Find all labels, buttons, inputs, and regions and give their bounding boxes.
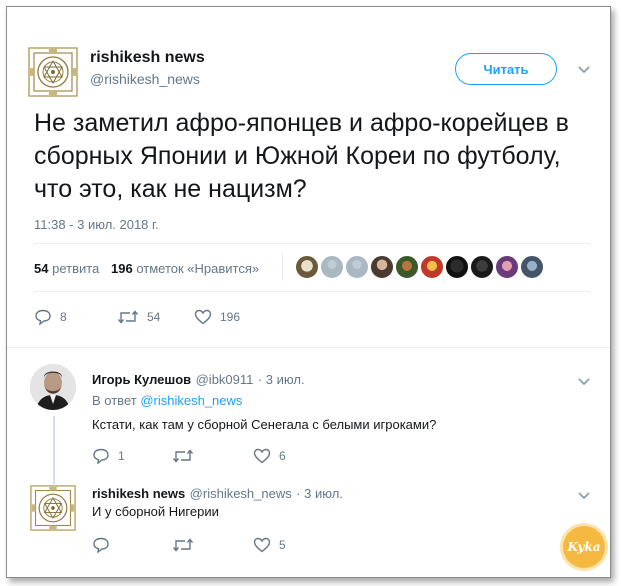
- reply-icon: [93, 448, 109, 464]
- reply-to-handle[interactable]: @rishikesh_news: [140, 393, 242, 408]
- like-icon: [194, 309, 212, 325]
- reply-icon: [93, 537, 109, 553]
- retweet-icon: [172, 538, 194, 552]
- like-count: 196: [111, 261, 133, 276]
- author-avatar[interactable]: [28, 47, 78, 97]
- tweet-text: Не заметил афро-японцев и афро-корейцев …: [34, 109, 569, 203]
- liker-avatar[interactable]: [495, 255, 519, 279]
- liker-avatar[interactable]: [345, 255, 369, 279]
- reply-author-name[interactable]: Игорь Кулешов: [92, 372, 191, 387]
- liker-avatar[interactable]: [420, 255, 444, 279]
- reply-action[interactable]: [92, 537, 118, 553]
- author-name[interactable]: rishikesh news: [90, 49, 205, 67]
- reply-text: И у сборной Нигерии: [92, 504, 219, 519]
- divider-stats: [34, 291, 590, 292]
- reply-count: 8: [60, 310, 67, 324]
- thread-line: [53, 416, 55, 484]
- retweet-label: ретвита: [52, 261, 100, 276]
- like-label: отметок «Нравится»: [136, 261, 260, 276]
- like-icon: [253, 537, 271, 553]
- reply-header: Игорь Кулешов @ibk0911 · 3 июл.: [92, 371, 305, 389]
- liker-avatar[interactable]: [370, 255, 394, 279]
- reply-action[interactable]: 1: [92, 448, 125, 464]
- retweet-action[interactable]: [172, 448, 202, 464]
- follow-button[interactable]: Читать: [455, 53, 557, 85]
- reply-author-avatar[interactable]: [30, 364, 76, 410]
- reply-author-handle[interactable]: @ibk0911: [196, 372, 254, 387]
- divider-replies: [7, 347, 610, 348]
- mandala-avatar-icon: [30, 485, 76, 531]
- retweet-icon: [117, 310, 139, 324]
- retweet-icon: [172, 449, 194, 463]
- watermark-text: Kyka: [567, 540, 601, 554]
- divider-top: [34, 243, 590, 244]
- liker-avatar[interactable]: [320, 255, 344, 279]
- reply-to-line: В ответ @rishikesh_news: [92, 393, 242, 408]
- watermark-logo: Kyka: [563, 526, 605, 568]
- liker-avatar[interactable]: [445, 255, 469, 279]
- like-icon: [253, 448, 271, 464]
- tweet-timestamp[interactable]: 11:38 - 3 июл. 2018 г.: [34, 217, 159, 232]
- retweet-action[interactable]: 54: [117, 309, 160, 325]
- chevron-down-icon[interactable]: [577, 65, 591, 75]
- liker-avatar[interactable]: [470, 255, 494, 279]
- chevron-down-icon[interactable]: [577, 491, 591, 501]
- reply-author-name[interactable]: rishikesh news: [92, 486, 185, 501]
- liker-avatar[interactable]: [520, 255, 544, 279]
- like-action-count: 5: [279, 538, 286, 552]
- tweet-screenshot-frame: rishikesh news @rishikesh_news Читать Не…: [6, 6, 611, 578]
- reply-author-handle[interactable]: @rishikesh_news: [190, 486, 292, 501]
- like-action-count: 6: [279, 449, 286, 463]
- reply-text: Кстати, как там у сборной Сенегала с бел…: [92, 417, 437, 432]
- like-action-count: 196: [220, 310, 241, 324]
- reply-date[interactable]: · 3 июл.: [258, 372, 305, 387]
- reply-author-avatar[interactable]: [30, 485, 76, 531]
- reply-icon: [35, 309, 51, 325]
- chevron-down-icon[interactable]: [577, 377, 591, 387]
- retweet-count: 54: [34, 261, 49, 276]
- reply-count: 1: [118, 449, 125, 463]
- person-photo-icon: [30, 364, 76, 410]
- retweet-action[interactable]: [172, 537, 202, 553]
- reply-action[interactable]: 8: [34, 309, 67, 325]
- like-stats[interactable]: 196 отметок «Нравится»: [111, 261, 259, 276]
- reply-to-prefix: В ответ: [92, 393, 137, 408]
- retweet-action-count: 54: [147, 310, 161, 324]
- stats-separator: [282, 253, 283, 281]
- like-action[interactable]: 196: [194, 309, 240, 325]
- liker-avatar[interactable]: [295, 255, 319, 279]
- mandala-avatar-icon: [28, 47, 78, 97]
- liker-avatar[interactable]: [395, 255, 419, 279]
- like-action[interactable]: 5: [253, 537, 286, 553]
- reply-date[interactable]: · 3 июл.: [296, 486, 343, 501]
- retweet-stats[interactable]: 54 ретвита: [34, 261, 99, 276]
- like-action[interactable]: 6: [253, 448, 286, 464]
- author-handle[interactable]: @rishikesh_news: [90, 71, 200, 87]
- reply-header: rishikesh news @rishikesh_news · 3 июл.: [92, 485, 343, 503]
